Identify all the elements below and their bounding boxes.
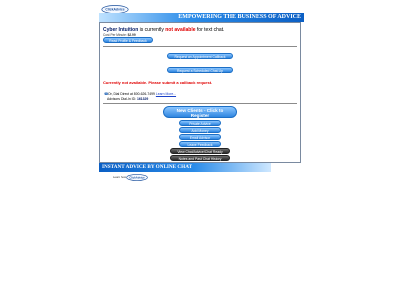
advisor-panel: Cyber Intuition is currently not availab… <box>99 22 301 163</box>
private-advice-button[interactable]: Private Advice <box>179 120 221 126</box>
dial-in-id: 161329 <box>136 97 149 101</box>
leave-feedback-button[interactable]: Leave Feedback <box>179 141 221 147</box>
banner-title: EMPOWERING THE BUSINESS OF ADVICE <box>178 14 301 20</box>
unavailable-warning: Currently not available. Please submit a… <box>103 80 213 85</box>
add-money-button[interactable]: Add Money <box>179 127 221 133</box>
instant-advice-bar: INSTANT ADVICE BY ONLINE CHAT <box>99 163 271 172</box>
view-chat-ready-button[interactable]: View Chat/Advice/Chat Ready <box>170 148 230 154</box>
clickadvice-footer-logo[interactable]: ClickAdvice <box>126 174 148 181</box>
instant-advice-title: INSTANT ADVICE BY ONLINE CHAT <box>102 164 193 170</box>
dial-in-id-line: Advisors Dial-In ID: 161329 <box>107 97 149 101</box>
svg-text:ClickAdvice: ClickAdvice <box>129 175 145 179</box>
divider <box>103 46 297 47</box>
svg-text:ClickAdvice: ClickAdvice <box>105 8 124 12</box>
dial-direct-line: ☎Or, Dial Direct at 800-626-7499 Learn M… <box>104 92 177 96</box>
availability-status: not available <box>165 27 196 33</box>
scheduled-chat-button[interactable]: Request a Scheduled Chat-Up <box>167 67 233 73</box>
email-advisor-button[interactable]: Email Advisor <box>179 134 221 140</box>
header-banner: EMPOWERING THE BUSINESS OF ADVICE <box>99 13 304 22</box>
learn-more-link[interactable]: Learn More... <box>156 92 176 96</box>
new-clients-register-button[interactable]: New Clients - Click to Register <box>163 106 237 118</box>
divider <box>103 103 297 104</box>
chat-history-button[interactable]: Notes and Past Chat History <box>170 155 230 161</box>
read-profile-button[interactable]: Read Profile & Feedback <box>103 37 153 43</box>
appointment-callback-button[interactable]: Request an Appointment Callback <box>167 53 233 59</box>
